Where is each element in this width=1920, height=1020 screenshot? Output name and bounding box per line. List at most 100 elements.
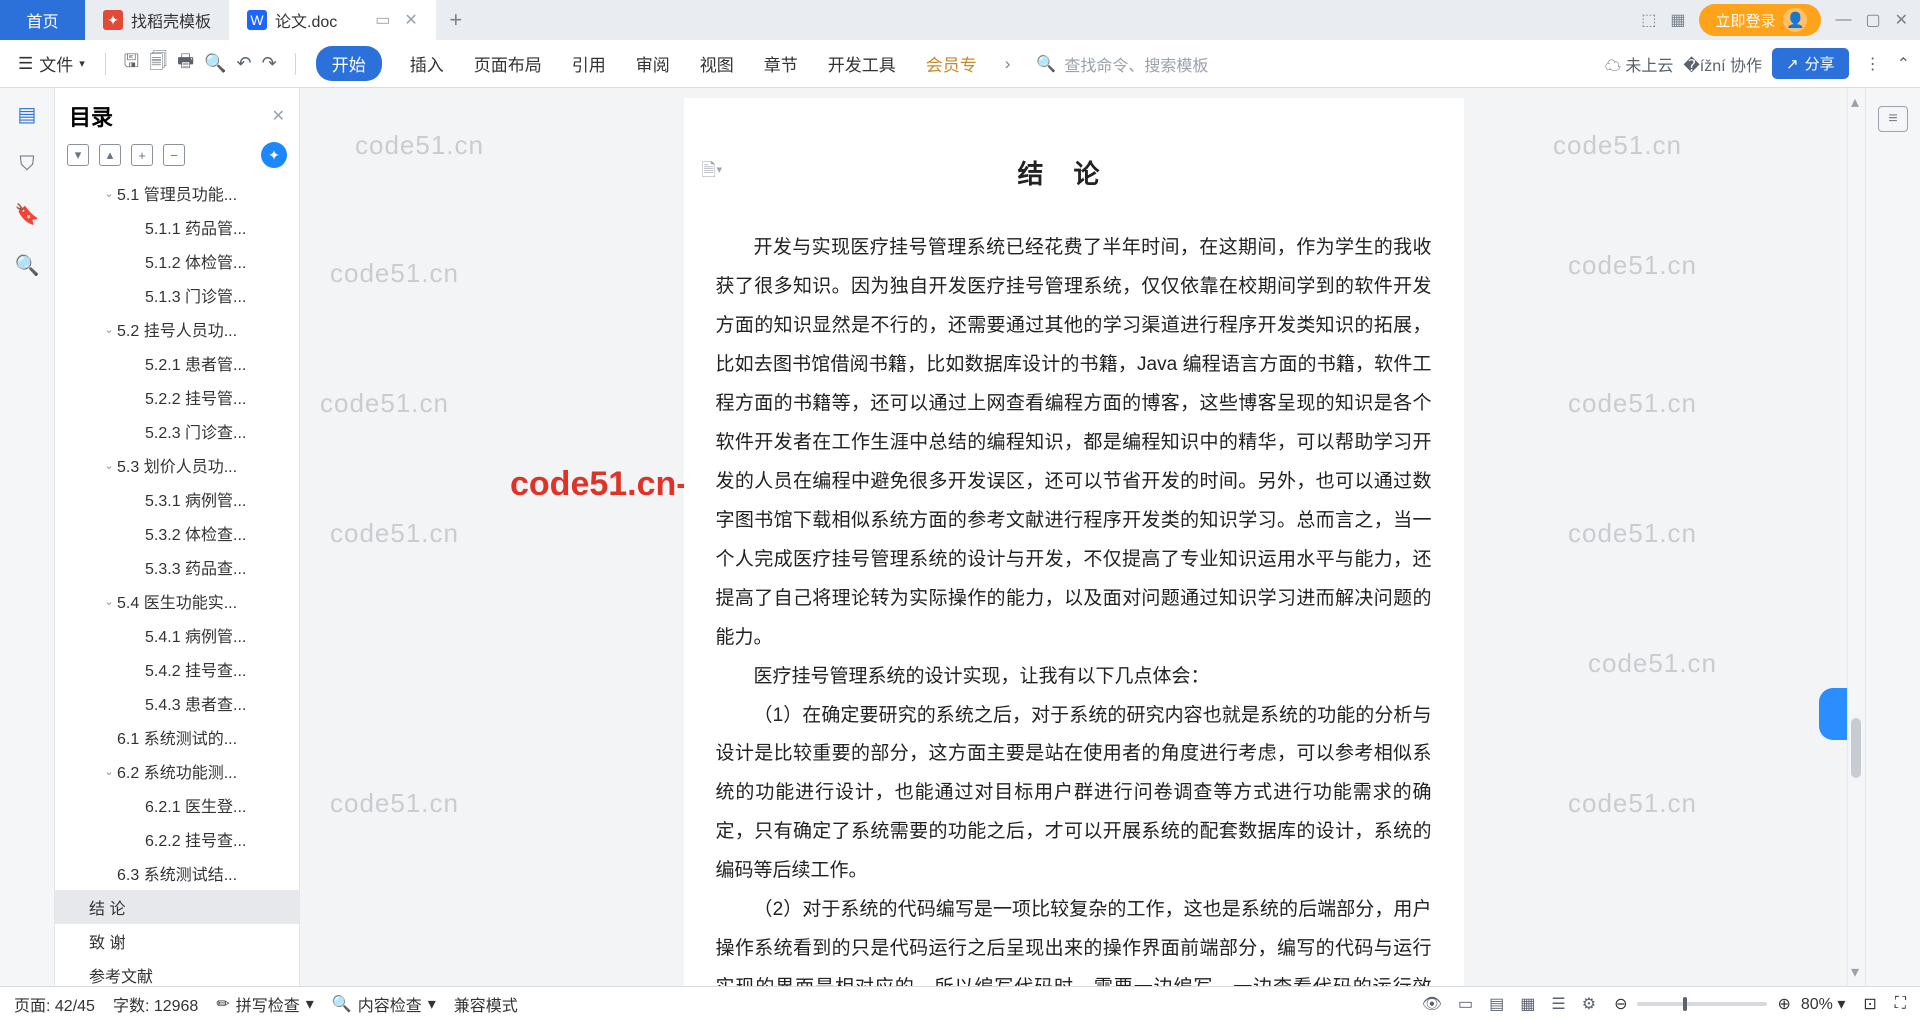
view-settings-icon[interactable]: ⚙ <box>1582 994 1596 1014</box>
tab-templates[interactable]: ✦ 找稻壳模板 <box>85 0 229 40</box>
kebab-icon[interactable]: ⋮ <box>1859 54 1887 74</box>
outline-item[interactable]: 5.4.3 患者查... <box>55 686 299 720</box>
chevron-down-icon[interactable]: ⌄ <box>101 187 117 200</box>
scroll-down-icon[interactable]: ▾ <box>1851 962 1859 982</box>
view-web-icon[interactable]: ▦ <box>1520 994 1535 1014</box>
tab-home[interactable]: 首页 <box>0 0 85 40</box>
view-outline-icon[interactable]: ☰ <box>1551 994 1565 1014</box>
outline-item[interactable]: 5.3.1 病例管... <box>55 482 299 516</box>
ribbon-tab-dev[interactable]: 开发工具 <box>826 47 898 80</box>
zoom-level[interactable]: 80% ▾ <box>1801 994 1846 1014</box>
outline-item[interactable]: 5.3.2 体检查... <box>55 516 299 550</box>
scrollbar-vertical[interactable]: ▴ ▾ <box>1847 88 1865 986</box>
ribbon-tab-reference[interactable]: 引用 <box>570 47 608 80</box>
zoom-out-icon[interactable]: ⊖ <box>1614 994 1627 1014</box>
outline-item[interactable]: 6.2.1 医生登... <box>55 788 299 822</box>
document-viewport[interactable]: code51.cn code51.cn code51.cn code51.cn … <box>300 88 1847 986</box>
outline-item[interactable]: 6.2.2 挂号查... <box>55 822 299 856</box>
add-tab-button[interactable]: + <box>436 0 476 40</box>
zoom-in-icon[interactable]: ⊕ <box>1777 994 1790 1014</box>
chevron-down-icon[interactable]: ⌄ <box>101 595 117 608</box>
file-menu[interactable]: ☰ 文件 ▾ <box>10 51 93 76</box>
outline-item[interactable]: ⌄5.3 划价人员功... <box>55 448 299 482</box>
spellcheck-button[interactable]: ✏ 拼写检查 ▾ <box>216 992 313 1016</box>
outline-item[interactable]: ⌄6.2 系统功能测... <box>55 754 299 788</box>
maximize-icon[interactable]: ▢ <box>1865 10 1880 30</box>
undo-icon[interactable]: ↶ <box>237 53 252 74</box>
page-indicator[interactable]: 页面: 42/45 <box>14 992 95 1016</box>
page-options-icon[interactable]: 🗎▾ <box>702 158 723 188</box>
outline-item[interactable]: 5.2.3 门诊查... <box>55 414 299 448</box>
minimize-icon[interactable]: — <box>1835 11 1851 29</box>
expand-all-icon[interactable]: ▴ <box>99 144 121 166</box>
outline-item[interactable]: 参考文献 <box>55 958 299 986</box>
zoom-slider[interactable] <box>1637 1002 1767 1006</box>
outline-item[interactable]: 5.4.2 挂号查... <box>55 652 299 686</box>
outline-item[interactable]: 5.3.3 药品查... <box>55 550 299 584</box>
outline-item[interactable]: 5.1.3 门诊管... <box>55 278 299 312</box>
ribbon-tab-member[interactable]: 会员专 <box>924 47 979 80</box>
ai-assist-icon[interactable]: ✦ <box>261 142 287 168</box>
scrollbar-thumb[interactable] <box>1851 718 1861 778</box>
view-eye-icon[interactable]: 👁 <box>1422 994 1442 1014</box>
fit-page-icon[interactable]: ⊡ <box>1863 994 1876 1014</box>
apps-icon[interactable]: ▦ <box>1670 10 1685 30</box>
outline-item[interactable]: 结 论 <box>55 890 299 924</box>
outline-item[interactable]: ⌄5.4 医生功能实... <box>55 584 299 618</box>
right-rail-toggle-icon[interactable]: ≡ <box>1878 106 1908 132</box>
ribbon-more-icon[interactable]: › <box>1005 54 1011 74</box>
outline-item[interactable]: 6.1 系统测试的... <box>55 720 299 754</box>
close-icon[interactable]: ✕ <box>1895 10 1908 30</box>
save-icon[interactable]: 🖫 <box>124 49 139 79</box>
scroll-up-icon[interactable]: ▴ <box>1851 92 1859 112</box>
login-button[interactable]: 立即登录 👤 <box>1699 4 1821 36</box>
word-count[interactable]: 字数: 12968 <box>113 992 198 1016</box>
view-reading-icon[interactable]: ▭ <box>1458 994 1473 1014</box>
tab-document[interactable]: W 论文.doc ▭ ✕ <box>229 0 436 40</box>
outline-item[interactable]: 5.2.1 患者管... <box>55 346 299 380</box>
ribbon-tab-view[interactable]: 视图 <box>698 47 736 80</box>
collapse-all-icon[interactable]: ▾ <box>67 144 89 166</box>
outline-item[interactable]: 5.2.2 挂号管... <box>55 380 299 414</box>
print-preview-icon[interactable]: 🔍 <box>204 53 226 74</box>
close-panel-icon[interactable]: ✕ <box>272 106 285 126</box>
outline-item[interactable]: ⌄5.1 管理员功能... <box>55 176 299 210</box>
view-page-icon[interactable]: ▤ <box>1489 994 1504 1014</box>
outline-item[interactable]: 5.4.1 病例管... <box>55 618 299 652</box>
command-search[interactable]: 🔍 查找命令、搜索模板 <box>1036 52 1208 76</box>
tab-window-icon[interactable]: ▭ <box>375 10 390 30</box>
ribbon-tab-review[interactable]: 审阅 <box>634 47 672 80</box>
outline-item[interactable]: 5.1.1 药品管... <box>55 210 299 244</box>
fullscreen-icon[interactable]: ⛶ <box>1895 995 1906 1013</box>
collab-button[interactable]: �ížní 协作 <box>1683 52 1762 76</box>
ribbon-tab-insert[interactable]: 插入 <box>408 47 446 80</box>
add-heading-icon[interactable]: + <box>131 144 153 166</box>
remove-heading-icon[interactable]: − <box>163 144 185 166</box>
chevron-down-icon[interactable]: ⌄ <box>101 765 117 778</box>
rail-ribbon-icon[interactable]: 🔖 <box>15 202 40 227</box>
outline-item[interactable]: 6.3 系统测试结... <box>55 856 299 890</box>
chevron-down-icon[interactable]: ⌄ <box>101 323 117 336</box>
collapse-ribbon-icon[interactable]: ⌃ <box>1897 54 1910 74</box>
save-as-icon[interactable]: 🗐 <box>149 49 167 79</box>
rail-search-icon[interactable]: 🔍 <box>15 253 40 278</box>
document-content: 结论 开发与实现医疗挂号管理系统已经花费了半年时间，在这期间，作为学生的我收获了… <box>716 148 1432 986</box>
tab-close-icon[interactable]: ✕ <box>404 10 417 30</box>
redo-icon[interactable]: ↷ <box>262 53 277 74</box>
print-icon[interactable]: 🖶 <box>177 49 194 79</box>
ribbon-tab-start[interactable]: 开始 <box>316 46 382 81</box>
content-check-button[interactable]: 🔍 内容检查 ▾ <box>332 992 436 1016</box>
rail-outline-icon[interactable]: ▤ <box>18 102 37 127</box>
ribbon-tab-section[interactable]: 章节 <box>762 47 800 80</box>
outline-item[interactable]: 致 谢 <box>55 924 299 958</box>
cloud-status[interactable]: ☁ 未上云 <box>1605 52 1673 76</box>
share-button[interactable]: ↗ 分享 <box>1772 48 1849 79</box>
rail-bookmark-icon[interactable]: ⛉ <box>20 153 35 176</box>
ribbon-tab-layout[interactable]: 页面布局 <box>472 47 544 80</box>
layout-icon[interactable]: ⬚ <box>1641 10 1656 30</box>
outline-item[interactable]: 5.1.2 体检管... <box>55 244 299 278</box>
outline-label: 5.3.1 病例管... <box>145 487 246 511</box>
outline-item[interactable]: ⌄5.2 挂号人员功... <box>55 312 299 346</box>
chevron-down-icon[interactable]: ⌄ <box>101 459 117 472</box>
side-handle[interactable] <box>1819 688 1847 740</box>
